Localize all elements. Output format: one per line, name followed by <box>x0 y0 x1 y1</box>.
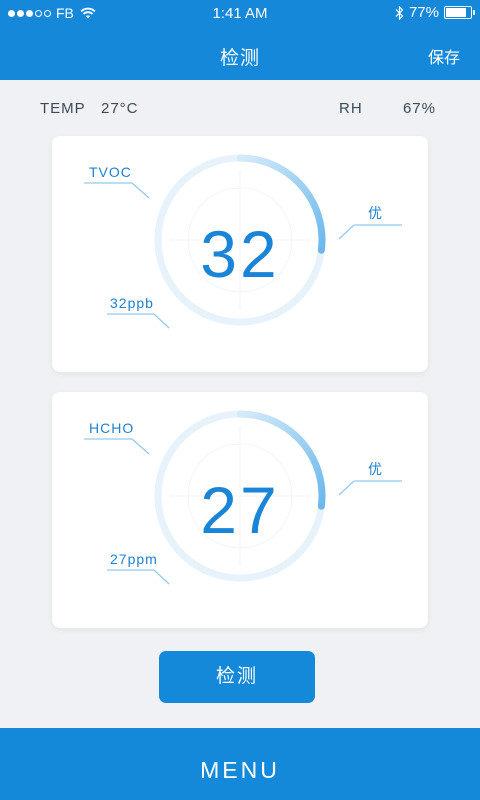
tvoc-card: 32 TVOC 32ppb 优 <box>52 136 428 372</box>
environment-row: TEMP 27°C RH 67% <box>40 100 436 120</box>
tvoc-reading: 32ppb <box>110 295 154 311</box>
temp-label: TEMP <box>40 100 86 117</box>
save-button[interactable]: 保存 <box>428 44 460 68</box>
bluetooth-icon <box>395 5 404 20</box>
rh-label: RH <box>339 100 363 117</box>
rh-value: 67% <box>402 100 436 117</box>
tvoc-grade: 优 <box>368 205 383 221</box>
temp-value: 27°C <box>101 100 139 117</box>
hcho-value: 27 <box>200 473 280 547</box>
tvoc-value: 32 <box>200 217 280 291</box>
tvoc-label: TVOC <box>89 164 132 180</box>
battery-area: 77% <box>395 4 475 21</box>
battery-icon <box>444 6 475 19</box>
battery-percent: 77% <box>408 4 439 21</box>
hcho-card: 27 HCHO 27ppm 优 <box>52 392 428 628</box>
hcho-grade: 优 <box>368 461 383 477</box>
detect-button[interactable]: 检测 <box>159 651 315 703</box>
page-title: 检测 <box>219 48 260 69</box>
status-bar: FB 1:41 AM 77% <box>0 0 480 28</box>
menu-button[interactable]: MENU <box>0 728 480 800</box>
hcho-label: HCHO <box>89 420 135 436</box>
hcho-reading: 27ppm <box>110 551 158 567</box>
app-header: FB 1:41 AM 77% 检测 保存 <box>0 0 480 80</box>
